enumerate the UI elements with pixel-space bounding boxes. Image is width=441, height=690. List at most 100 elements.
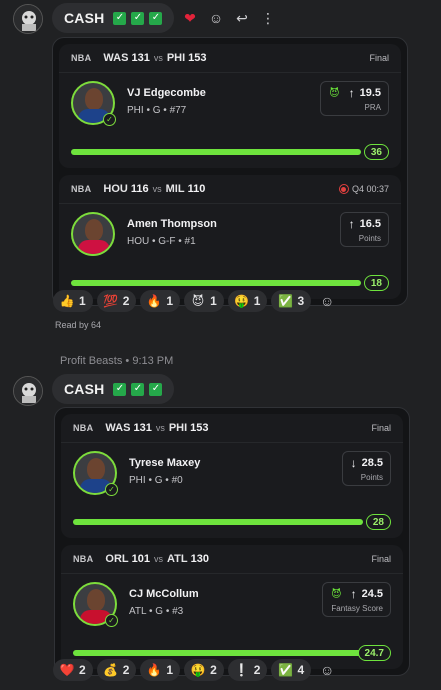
away-team: ORL: [105, 553, 129, 565]
reaction-count: 3: [297, 294, 305, 308]
add-reaction-icon[interactable]: ☺: [208, 10, 224, 26]
reaction-count: 1: [166, 294, 174, 308]
reaction-count: 1: [79, 294, 86, 308]
progress-bar: 18: [71, 275, 389, 291]
home-team: MIL: [165, 183, 185, 195]
message-text: CASH: [64, 10, 105, 26]
reply-icon[interactable]: ↩: [234, 10, 250, 26]
pick-card[interactable]: NBA WAS 131 vs PHI 153 Final ✓ Tyrese Ma…: [61, 414, 403, 538]
reaction-hundred[interactable]: 💯 2: [96, 290, 137, 312]
vs-label: vs: [152, 184, 162, 194]
game-header: NBA WAS 131 vs PHI 153 Final: [61, 414, 403, 443]
add-emoji-icon: ☺: [319, 662, 335, 678]
devil-icon: 😈: [191, 294, 205, 308]
result-value: 18: [363, 275, 389, 291]
check-icon: ✓: [149, 11, 163, 25]
reaction-count: 1: [253, 294, 261, 308]
player-headshot: [71, 212, 115, 256]
league-label: NBA: [73, 423, 94, 433]
result-value: 24.7: [357, 645, 391, 661]
message-bubble[interactable]: CASH ✓ ✓ ✓: [52, 374, 175, 404]
reaction-check[interactable]: ✅ 4: [271, 659, 312, 681]
pick-card[interactable]: NBA ORL 101 vs ATL 130 Final ✓ CJ McColl…: [61, 545, 403, 669]
player-name: Tyrese Maxey: [129, 457, 201, 469]
sender-name[interactable]: Profit Beasts: [60, 355, 122, 367]
add-emoji-icon: ☺: [319, 293, 335, 309]
arrow-up-icon: ↑: [350, 587, 357, 601]
game-status: Final: [371, 423, 391, 433]
verified-icon: ✓: [105, 483, 118, 496]
fire-icon: 🔥: [146, 294, 162, 308]
player-name: CJ McCollum: [129, 588, 199, 600]
vs-label: vs: [153, 53, 163, 63]
home-score: 153: [190, 422, 209, 434]
reaction-fire[interactable]: 🔥 1: [140, 290, 181, 312]
message-actions: ❤ ☺ ↩ ⋮: [182, 10, 276, 27]
player-meta: PHI • G • #77: [127, 105, 187, 116]
check-icon: ✓: [131, 382, 145, 396]
pick-body: ✓ Tyrese Maxey PHI • G • #0 ↓ 28.5 Points…: [61, 443, 403, 538]
check-icon: ✓: [131, 11, 145, 25]
progress-bar: 36: [71, 144, 389, 160]
reaction-money-bag[interactable]: 💰 2: [96, 659, 137, 681]
arrow-up-icon: ↑: [348, 86, 355, 100]
line-box: ↓ 28.5 Points: [341, 451, 391, 486]
home-team: ATL: [167, 553, 188, 565]
more-options-icon[interactable]: ⋮: [260, 10, 276, 26]
progress-bar: 28: [73, 514, 391, 530]
reaction-fire[interactable]: 🔥 1: [140, 659, 181, 681]
reaction-count: 2: [253, 663, 261, 677]
message-time: 9:13 PM: [132, 355, 174, 367]
away-team: WAS: [105, 422, 131, 434]
reactions-bar: 👍 1 💯 2 🔥 1 😈 1 🤑 1 ✅ 3 ☺: [53, 290, 339, 312]
pick-body: ✓ VJ Edgecombe PHI • G • #77 😈 ↑ 19.5 PRA …: [59, 73, 401, 168]
stat-label: PRA: [364, 103, 381, 112]
reaction-money-face[interactable]: 🤑 2: [184, 659, 224, 681]
money-bag-icon: 💰: [103, 663, 119, 677]
hundred-icon: 💯: [103, 294, 119, 308]
check-icon: ✓: [149, 382, 163, 396]
player-name: VJ Edgecombe: [127, 87, 206, 99]
home-score: 110: [187, 183, 206, 195]
pick-body: Amen Thompson HOU • G-F • #1 ↑ 16.5 Point…: [59, 204, 401, 299]
reaction-heart[interactable]: ❤️ 2: [53, 659, 93, 681]
heart-icon[interactable]: ❤: [182, 10, 198, 26]
reaction-check[interactable]: ✅ 3: [271, 290, 312, 312]
arrow-up-icon: ↑: [348, 217, 355, 231]
avatar[interactable]: [13, 4, 43, 34]
demon-icon: 😈: [329, 87, 340, 99]
pick-card[interactable]: NBA WAS 131 vs PHI 153 Final ✓ VJ Edgeco…: [59, 44, 401, 168]
money-face-icon: 🤑: [190, 663, 206, 677]
vs-label: vs: [154, 554, 163, 564]
reaction-count: 1: [210, 294, 217, 308]
add-reaction-button[interactable]: ☺: [315, 659, 339, 681]
line-value: 24.5: [361, 588, 383, 600]
line-value: 28.5: [361, 457, 383, 469]
game-header: NBA ORL 101 vs ATL 130 Final: [61, 545, 403, 574]
stat-label: Points: [358, 234, 381, 243]
avatar[interactable]: [13, 376, 43, 406]
reaction-devil[interactable]: 😈 1: [184, 290, 224, 312]
pick-card[interactable]: NBA HOU 116 vs MIL 110 Q4 00:37 Amen Tho…: [59, 175, 401, 299]
stat-label: Fantasy Score: [331, 604, 383, 613]
read-receipt: Read by 64: [55, 320, 102, 330]
verified-icon: ✓: [103, 113, 116, 126]
reaction-money-face[interactable]: 🤑 1: [227, 290, 268, 312]
reaction-count: 2: [79, 663, 86, 677]
reaction-exclamation[interactable]: ❕ 2: [227, 659, 268, 681]
live-icon: [338, 184, 349, 194]
home-score: 130: [190, 553, 209, 565]
vs-label: vs: [155, 423, 165, 433]
reaction-thumbs-up[interactable]: 👍 1: [53, 290, 93, 312]
check-icon: ✓: [113, 382, 127, 396]
line-value: 19.5: [359, 87, 381, 99]
away-team: WAS: [103, 52, 129, 64]
away-score: 131: [133, 422, 152, 434]
game-header: NBA WAS 131 vs PHI 153 Final: [59, 44, 401, 73]
check-mark-icon: ✅: [277, 663, 293, 677]
message-bubble[interactable]: CASH ✓ ✓ ✓: [52, 3, 175, 33]
add-reaction-button[interactable]: ☺: [315, 290, 339, 312]
stat-label: Points: [360, 473, 383, 482]
league-label: NBA: [71, 53, 92, 63]
line-value: 16.5: [359, 218, 381, 230]
